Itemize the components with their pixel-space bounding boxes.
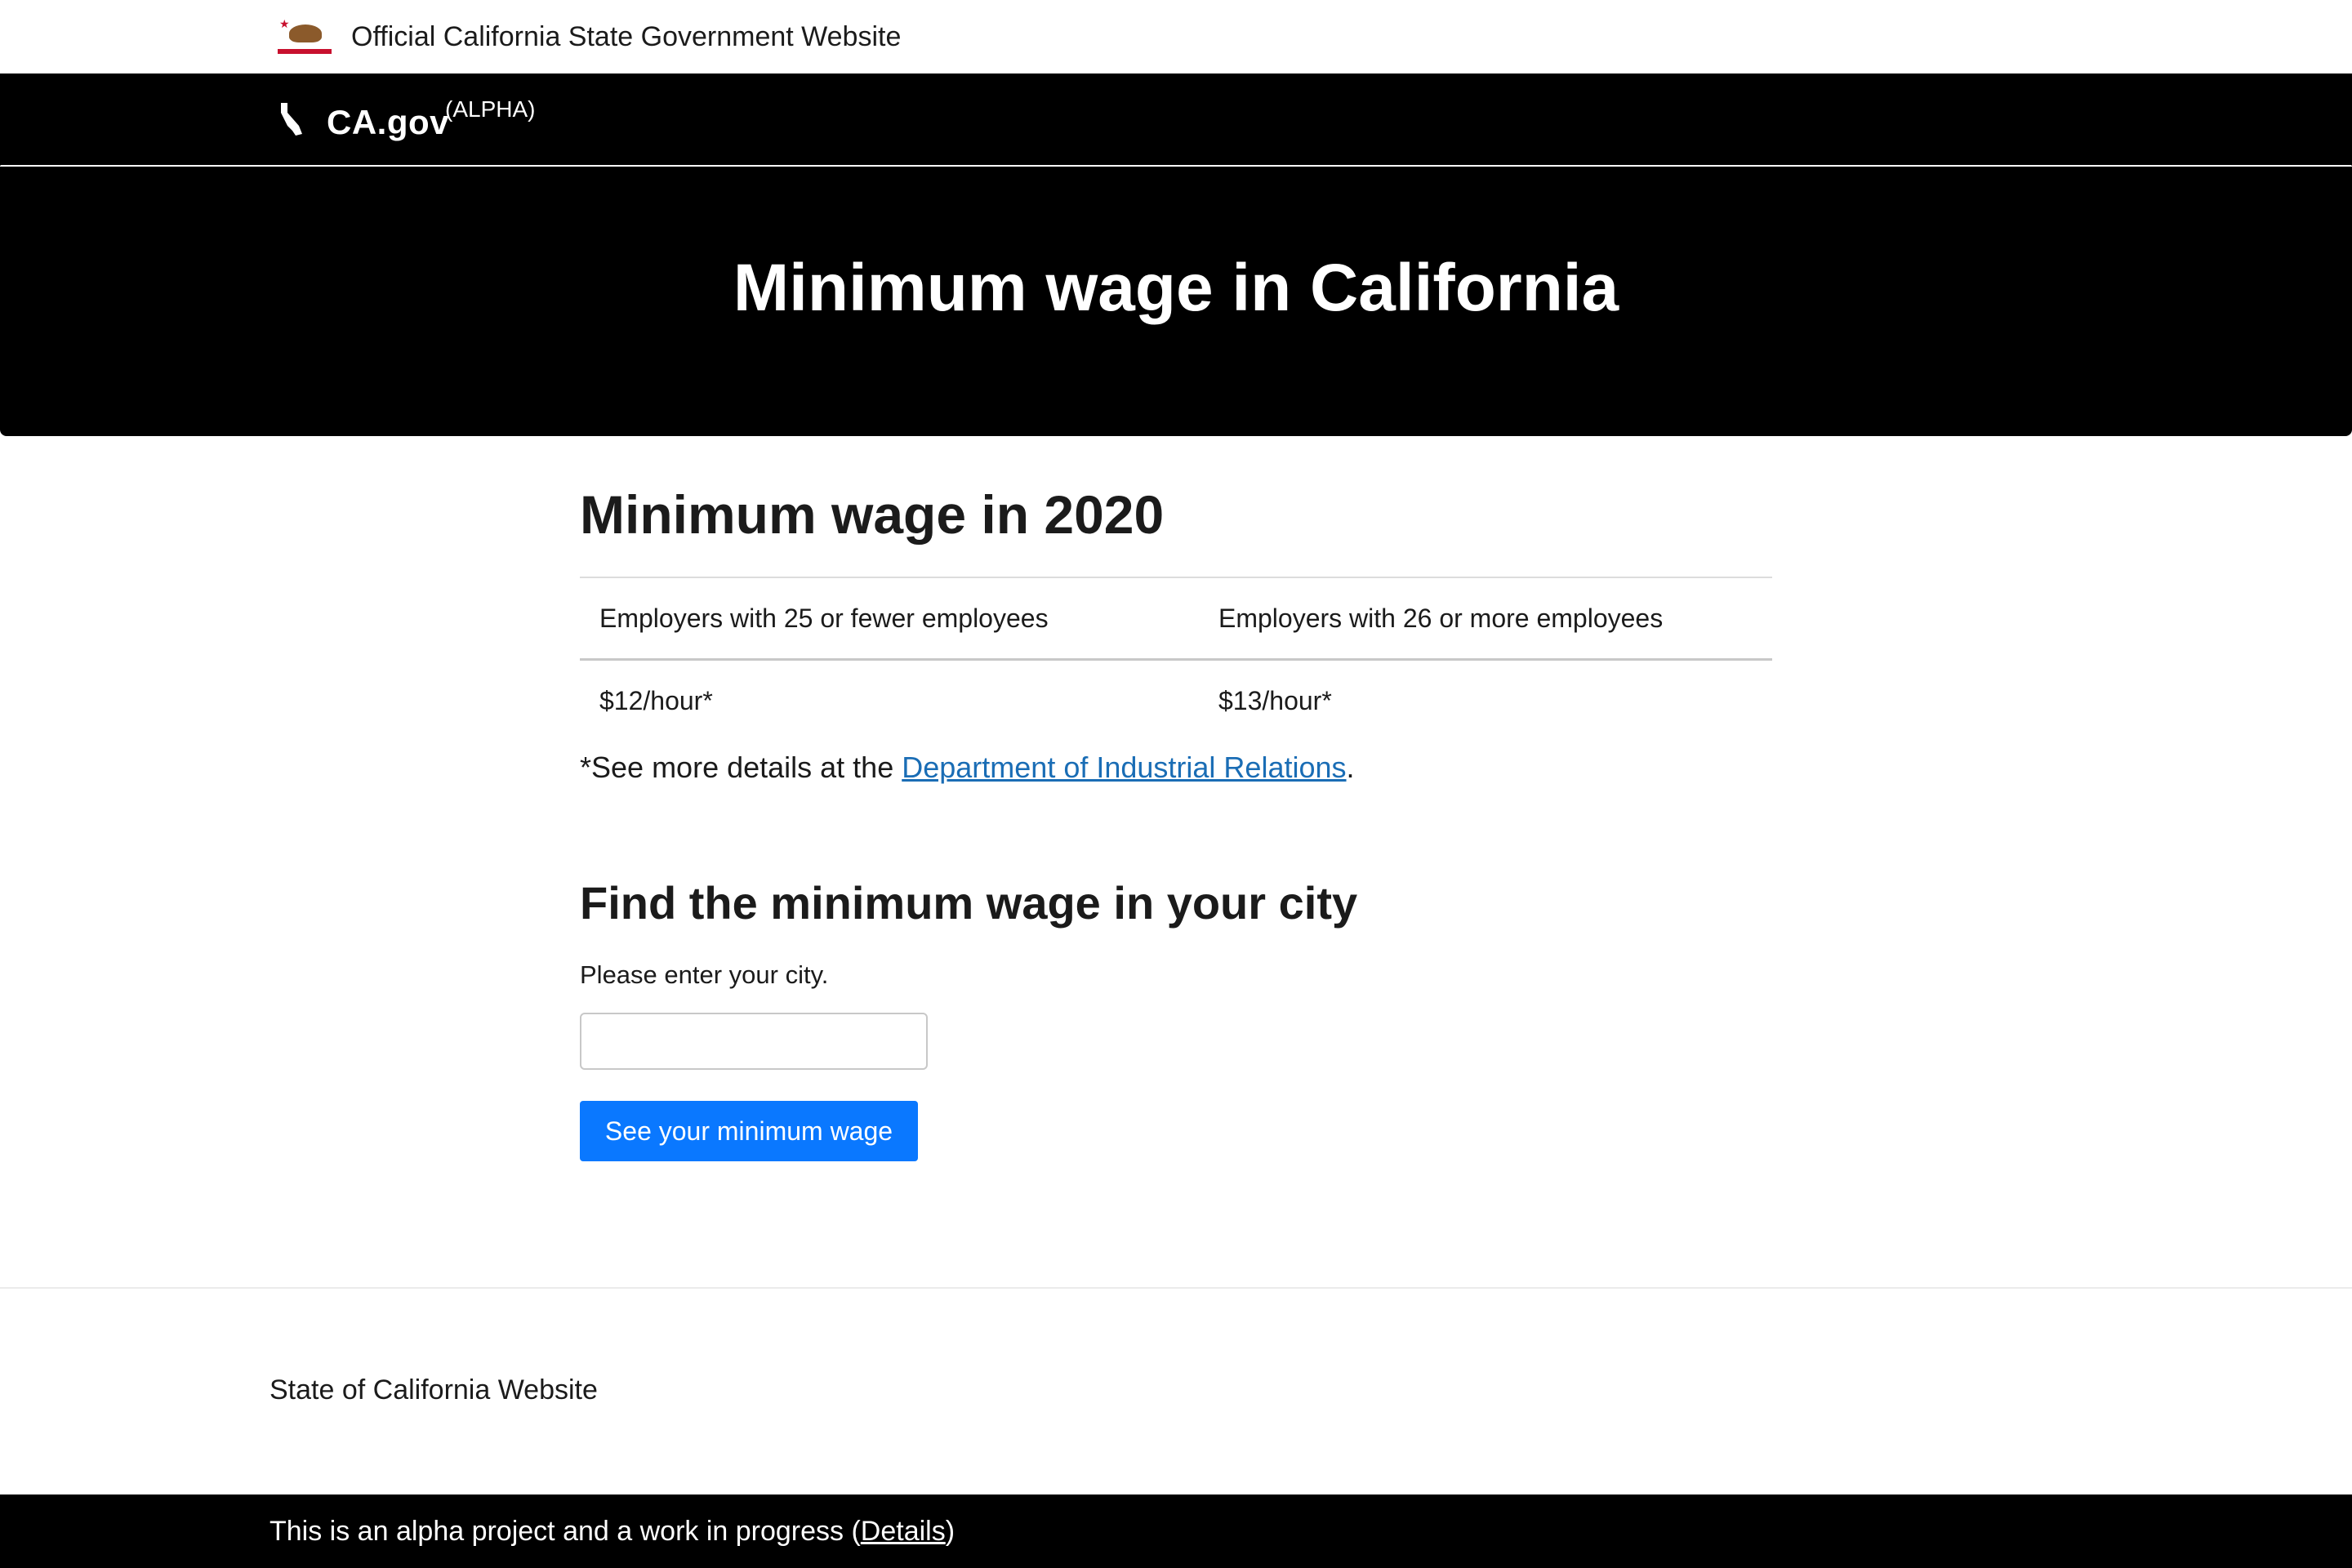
details-link[interactable]: Details xyxy=(861,1516,946,1547)
city-section-title: Find the minimum wage in your city xyxy=(580,877,1358,929)
details-note-suffix: . xyxy=(1346,751,1355,784)
table-cell-large-employers-wage: $13/hour* xyxy=(1218,685,1332,715)
see-minimum-wage-button[interactable]: See your minimum wage xyxy=(580,1101,918,1161)
alpha-notice-text: This is an alpha project and a work in p… xyxy=(270,1511,955,1552)
footer-site-text: State of California Website xyxy=(270,1374,598,1405)
home-link[interactable]: CA.gov xyxy=(327,98,449,147)
alpha-notice-prefix: This is an alpha project and a work in p… xyxy=(270,1516,861,1547)
table-header-small-employers: Employers with 25 or fewer employees xyxy=(580,577,1199,661)
main-content: Minimum wage in 2020 Employers with 25 o… xyxy=(580,474,1772,1161)
details-note: *See more details at the Department of I… xyxy=(580,743,1355,792)
official-banner-text: Official California State Government Web… xyxy=(351,21,902,52)
table-header-row: Employers with 25 or fewer employees Emp… xyxy=(580,577,1772,661)
hero-banner: Minimum wage in California xyxy=(0,165,2352,436)
alpha-label: (ALPHA) xyxy=(445,96,536,122)
table-header-large-employers: Employers with 26 or more employees xyxy=(1199,577,1772,661)
details-note-prefix: *See more details at the xyxy=(580,751,902,784)
dir-link[interactable]: Department of Industrial Relations xyxy=(902,751,1346,784)
city-input-label: Please enter your city. xyxy=(580,960,829,989)
city-input[interactable] xyxy=(580,1013,928,1070)
footer-divider xyxy=(0,1287,2352,1289)
table-row: $12/hour* $13/hour* xyxy=(580,660,1772,742)
table-cell-small-employers-wage: $12/hour* xyxy=(599,685,713,715)
official-banner: ★ Official California State Government W… xyxy=(0,0,2352,74)
california-flag-icon: ★ xyxy=(276,18,333,56)
site-header: CA.gov (ALPHA) xyxy=(0,74,2352,167)
california-state-icon xyxy=(281,103,302,136)
alpha-notice-suffix: ) xyxy=(945,1516,956,1547)
wage-table: Employers with 25 or fewer employees Emp… xyxy=(580,577,1772,741)
wage-section-title: Minimum wage in 2020 xyxy=(580,484,1165,545)
alpha-notice-bar: This is an alpha project and a work in p… xyxy=(0,1494,2352,1568)
page-title: Minimum wage in California xyxy=(733,251,1619,325)
